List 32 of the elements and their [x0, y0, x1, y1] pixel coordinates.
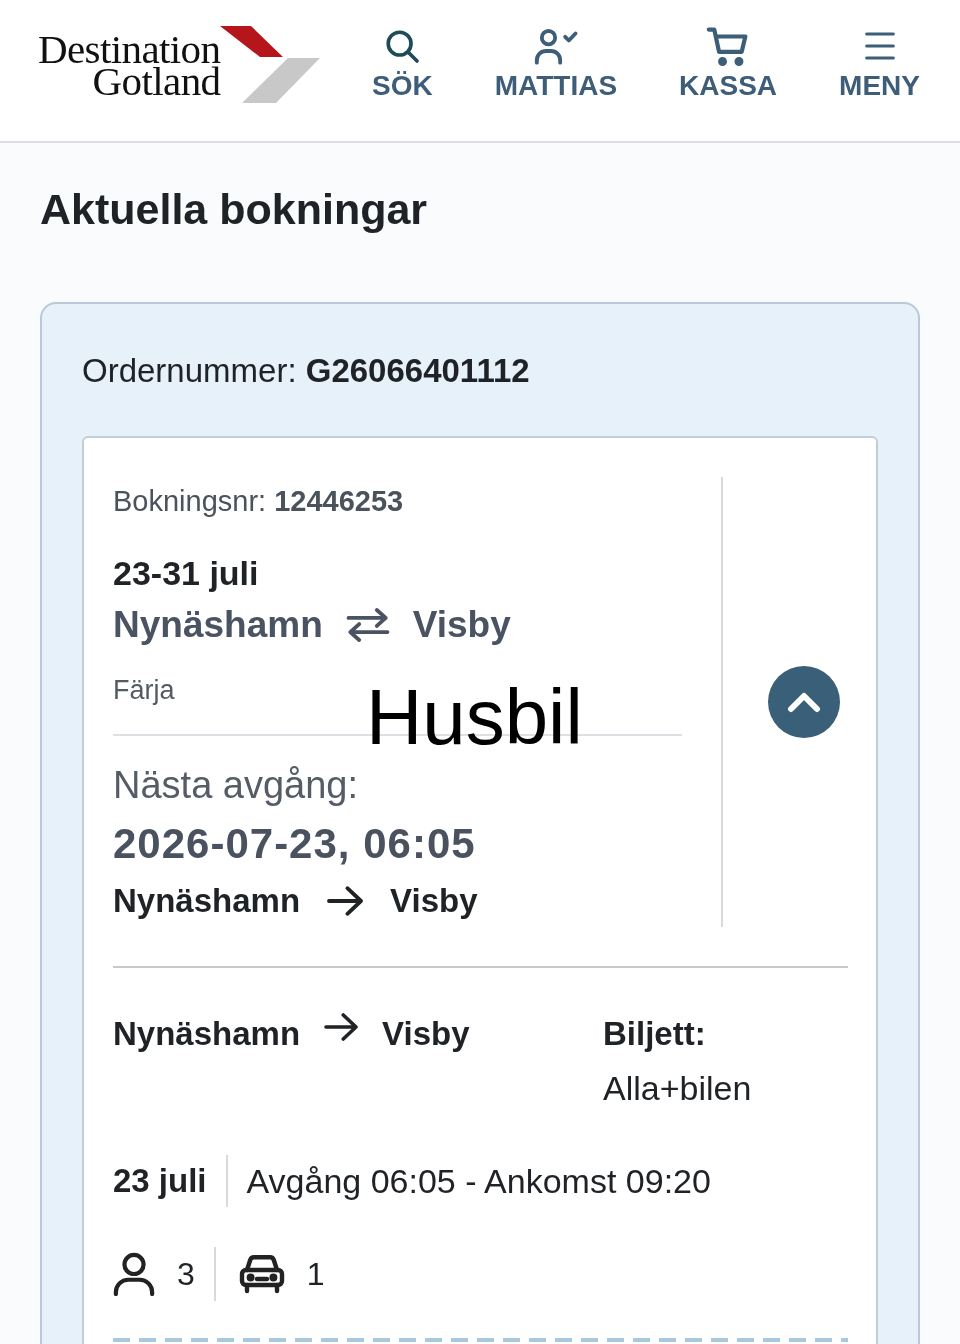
nav-button[interactable]: SÖK [372, 24, 433, 102]
search-icon [383, 27, 422, 65]
next-departure-label: Nästa avgång: [113, 763, 359, 807]
origin-port: Nynäshamn [113, 881, 301, 921]
travel-date: 23 juli [113, 1161, 207, 1201]
nav-button[interactable]: MENY [839, 24, 920, 102]
car-icon [237, 1254, 286, 1294]
vehicle-count: 1 [306, 1255, 325, 1294]
departure-arrival-times: Avgång 06:05 - Ankomst 09:20 [246, 1161, 711, 1201]
destination-port: Visby [382, 1014, 470, 1054]
user-check-icon [532, 26, 579, 66]
destination-port: Visby [390, 881, 478, 921]
passenger-count: 3 [177, 1255, 195, 1294]
transport-type: Färja [113, 674, 175, 706]
arrow-right-icon [323, 1012, 360, 1042]
next-departure-time: 2026-07-23, 06:05 [113, 820, 476, 868]
destination-port: Visby [412, 603, 511, 647]
person-icon [113, 1252, 155, 1296]
booking-number: Bokningsnr: 12446253 [113, 484, 404, 518]
origin-port: Nynäshamn [113, 1014, 301, 1054]
overlay-caption: Husbil [366, 678, 583, 756]
chevron-up-icon [787, 691, 821, 713]
ticket-type: Alla+bilen [603, 1068, 752, 1108]
nav-button[interactable]: KASSA [679, 24, 778, 102]
ticket-label: Biljett: [603, 1014, 706, 1054]
page-title: Aktuella bokningar [40, 184, 428, 235]
origin-port: Nynäshamn [113, 603, 323, 647]
swap-arrows-icon [344, 607, 391, 643]
date-range: 23-31 juli [113, 553, 259, 593]
nav-button[interactable]: MATTIAS [494, 24, 618, 102]
home-logo-link[interactable]: Destination Gotland [38, 25, 323, 104]
order-number: Ordernummer: G26066401112 [82, 351, 530, 391]
